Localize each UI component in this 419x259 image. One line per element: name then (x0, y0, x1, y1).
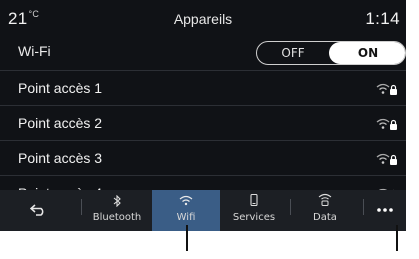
page-title: Appareils (173, 11, 233, 27)
network-name: Point accès 2 (18, 115, 103, 131)
more-icon (377, 208, 393, 212)
screen: 21°C Appareils 1:14 Wi-Fi OFF ON Point a… (0, 0, 406, 231)
wifi-lock-icon (376, 118, 397, 130)
wifi-setting-row: Wi-Fi OFF ON (0, 34, 406, 71)
status-bar: 21°C Appareils 1:14 (0, 0, 406, 34)
wifi-lock-icon (376, 153, 397, 165)
wifi-off-option[interactable]: OFF (257, 42, 329, 64)
callout-marker (186, 225, 188, 251)
tab-data[interactable]: Data (291, 190, 359, 231)
phone-services-icon (250, 194, 258, 206)
tab-data-label: Data (313, 212, 337, 223)
tab-bluetooth[interactable]: Bluetooth (82, 190, 152, 231)
list-item[interactable]: Point accès 2 (0, 106, 406, 141)
wifi-label: Wi-Fi (18, 43, 51, 59)
callout-marker (396, 225, 398, 251)
tab-wifi-label: Wifi (176, 212, 196, 223)
tab-back[interactable] (0, 190, 76, 231)
network-name: Point accès 1 (18, 80, 103, 96)
clock: 1:14 (365, 9, 400, 28)
list-item[interactable]: Point accès 3 (0, 141, 406, 176)
tab-bluetooth-label: Bluetooth (92, 212, 142, 223)
data-icon (318, 193, 332, 206)
list-item[interactable]: Point accès 1 (0, 71, 406, 106)
tab-services[interactable]: Services (220, 190, 288, 231)
network-name: Point accès 3 (18, 150, 103, 166)
wifi-lock-icon (376, 83, 397, 95)
back-icon (30, 204, 44, 216)
wifi-icon (179, 195, 193, 206)
tab-more[interactable] (364, 190, 406, 231)
bottom-tab-bar: Bluetooth Wifi Services Data (0, 190, 406, 231)
tab-services-label: Services (232, 212, 276, 223)
wifi-on-option[interactable]: ON (329, 42, 405, 64)
wifi-toggle[interactable]: OFF ON (256, 41, 406, 65)
bluetooth-icon (113, 195, 121, 207)
